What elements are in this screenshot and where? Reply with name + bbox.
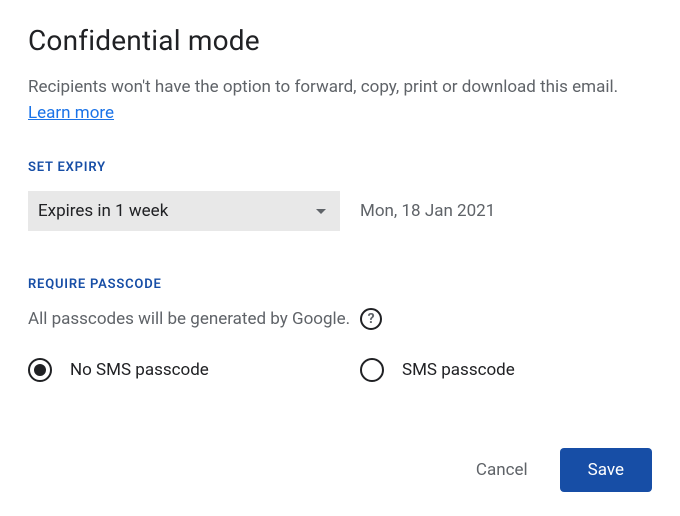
help-icon[interactable]: ? [360,308,382,330]
chevron-down-icon [316,209,326,214]
require-passcode-label: REQUIRE PASSCODE [28,277,652,292]
dialog-description: Recipients won't have the option to forw… [28,75,652,126]
expiry-dropdown-value: Expires in 1 week [38,201,168,221]
dialog-footer: Cancel Save [476,448,652,492]
radio-button-icon [360,358,384,382]
radio-button-icon [28,358,52,382]
expiry-date-text: Mon, 18 Jan 2021 [360,201,495,221]
dialog-title: Confidential mode [28,24,652,57]
expiry-row: Expires in 1 week Mon, 18 Jan 2021 [28,191,652,231]
expiry-dropdown[interactable]: Expires in 1 week [28,191,340,231]
passcode-subtext: All passcodes will be generated by Googl… [28,309,350,329]
radio-sms[interactable]: SMS passcode [360,358,515,382]
radio-sms-label: SMS passcode [402,360,515,380]
cancel-button[interactable]: Cancel [476,460,528,480]
passcode-subtext-row: All passcodes will be generated by Googl… [28,308,652,330]
radio-no-sms[interactable]: No SMS passcode [28,358,360,382]
passcode-radio-group: No SMS passcode SMS passcode [28,358,652,382]
learn-more-link[interactable]: Learn more [28,103,114,123]
radio-selected-dot [34,364,46,376]
set-expiry-label: SET EXPIRY [28,160,652,175]
description-text: Recipients won't have the option to forw… [28,77,618,97]
radio-no-sms-label: No SMS passcode [70,360,209,380]
save-button[interactable]: Save [560,448,652,492]
